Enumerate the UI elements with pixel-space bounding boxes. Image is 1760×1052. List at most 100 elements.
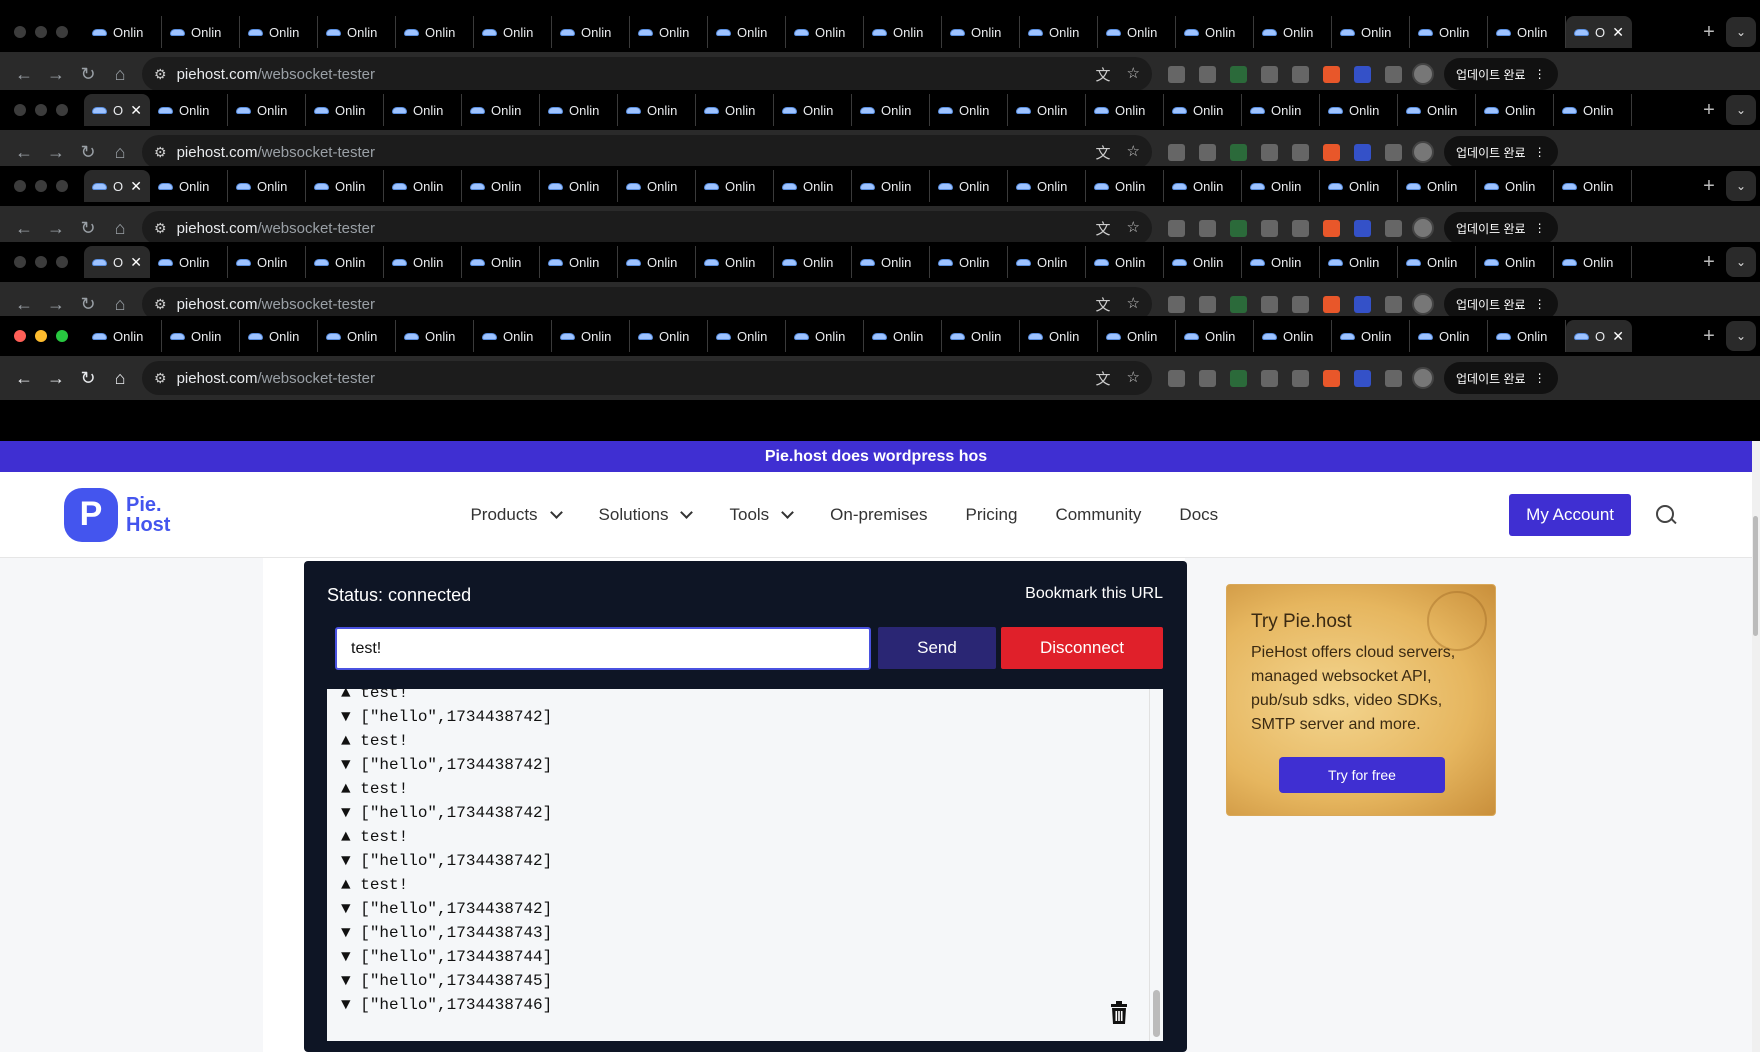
profile-avatar[interactable]: [1412, 293, 1434, 315]
home-icon[interactable]: ⌂: [104, 58, 136, 90]
bookmark-star-icon[interactable]: ☆: [1127, 142, 1140, 163]
browser-tab[interactable]: Onlin: [474, 320, 552, 352]
update-button[interactable]: 업데이트 완료 ⋮: [1444, 362, 1558, 394]
browser-tab[interactable]: Onlin: [1254, 16, 1332, 48]
browser-tab[interactable]: Onlin: [1398, 94, 1476, 126]
browser-tab[interactable]: Onlin: [540, 94, 618, 126]
browser-tab[interactable]: Onlin: [1008, 170, 1086, 202]
window-controls[interactable]: [14, 330, 84, 342]
extension-icon[interactable]: [1292, 295, 1309, 313]
browser-tab[interactable]: Onlin: [1086, 94, 1164, 126]
browser-tab[interactable]: Onlin: [228, 170, 306, 202]
browser-tab[interactable]: Onlin: [384, 246, 462, 278]
browser-tab[interactable]: Onlin: [708, 320, 786, 352]
window-yellow-button[interactable]: [35, 180, 47, 192]
browser-tab[interactable]: Onlin: [942, 320, 1020, 352]
browser-tab[interactable]: Onlin: [84, 320, 162, 352]
browser-tab[interactable]: Onlin: [618, 170, 696, 202]
extension-icon[interactable]: [1230, 295, 1247, 313]
browser-tab[interactable]: Onlin: [540, 170, 618, 202]
trash-icon[interactable]: [1109, 1001, 1129, 1025]
browser-tab[interactable]: Onlin: [852, 246, 930, 278]
extension-icon[interactable]: [1168, 369, 1185, 387]
browser-tab[interactable]: Onlin: [1410, 16, 1488, 48]
browser-tab[interactable]: Onlin: [1020, 320, 1098, 352]
extension-icon[interactable]: [1261, 295, 1278, 313]
browser-tab[interactable]: Onlin: [396, 16, 474, 48]
browser-tab[interactable]: Onlin: [162, 320, 240, 352]
window-green-button[interactable]: [56, 26, 68, 38]
browser-tab[interactable]: Onlin: [1398, 170, 1476, 202]
profile-avatar[interactable]: [1412, 141, 1434, 163]
browser-tab[interactable]: Onlin: [1332, 16, 1410, 48]
browser-tab[interactable]: Onlin: [774, 94, 852, 126]
extension-icon[interactable]: [1168, 295, 1185, 313]
browser-tab[interactable]: Onlin: [630, 16, 708, 48]
browser-tab[interactable]: Onlin: [1320, 94, 1398, 126]
address-bar[interactable]: ⚙ piehost.com/websocket-tester 文 ☆: [142, 135, 1152, 169]
extension-icon[interactable]: [1168, 65, 1185, 83]
nav-item-docs[interactable]: Docs: [1179, 505, 1218, 525]
browser-tab[interactable]: Onlin: [1488, 320, 1566, 352]
browser-tab[interactable]: Onlin: [930, 170, 1008, 202]
browser-tab[interactable]: Onlin: [630, 320, 708, 352]
reload-icon[interactable]: ↻: [72, 212, 104, 244]
window-red-button[interactable]: [14, 104, 26, 116]
browser-tab[interactable]: Onlin: [1176, 16, 1254, 48]
close-tab-icon[interactable]: ✕: [1612, 24, 1624, 41]
window-yellow-button[interactable]: [35, 104, 47, 116]
browser-tab[interactable]: Onlin: [618, 246, 696, 278]
extension-icon[interactable]: [1199, 143, 1216, 161]
site-settings-icon[interactable]: ⚙: [154, 144, 167, 161]
browser-tab[interactable]: Onlin: [1086, 170, 1164, 202]
translate-icon[interactable]: 文: [1096, 142, 1111, 163]
extension-icon[interactable]: [1230, 143, 1247, 161]
browser-tab[interactable]: Onlin: [1098, 16, 1176, 48]
browser-tab[interactable]: Onlin: [864, 320, 942, 352]
extension-icon[interactable]: [1354, 369, 1371, 387]
browser-tab[interactable]: Onlin: [318, 320, 396, 352]
more-menu-icon[interactable]: ⋮: [1534, 221, 1546, 235]
browser-tab[interactable]: Onlin: [1164, 94, 1242, 126]
nav-item-pricing[interactable]: Pricing: [965, 505, 1017, 525]
browser-tab[interactable]: Onlin: [162, 16, 240, 48]
close-tab-icon[interactable]: ✕: [130, 178, 142, 195]
address-bar[interactable]: ⚙ piehost.com/websocket-tester 文 ☆: [142, 361, 1152, 395]
browser-tab[interactable]: Onlin: [786, 320, 864, 352]
site-settings-icon[interactable]: ⚙: [154, 296, 167, 313]
browser-tab[interactable]: Onlin: [384, 170, 462, 202]
update-button[interactable]: 업데이트 완료 ⋮: [1444, 136, 1558, 168]
browser-tab[interactable]: Onlin: [786, 16, 864, 48]
browser-tab[interactable]: Onlin: [1020, 16, 1098, 48]
site-settings-icon[interactable]: ⚙: [154, 66, 167, 83]
browser-tab[interactable]: Onlin: [1008, 246, 1086, 278]
update-button[interactable]: 업데이트 완료 ⋮: [1444, 58, 1558, 90]
extension-icon[interactable]: [1323, 65, 1340, 83]
translate-icon[interactable]: 文: [1096, 218, 1111, 239]
extension-icon[interactable]: [1385, 143, 1402, 161]
browser-tab[interactable]: Onlin: [540, 246, 618, 278]
browser-tab[interactable]: Onlin: [462, 170, 540, 202]
back-icon[interactable]: ←: [8, 58, 40, 90]
browser-tab[interactable]: Onlin: [150, 94, 228, 126]
translate-icon[interactable]: 文: [1096, 64, 1111, 85]
more-menu-icon[interactable]: ⋮: [1534, 297, 1546, 311]
bookmark-link[interactable]: Bookmark this URL: [1025, 585, 1163, 603]
extension-icon[interactable]: [1261, 219, 1278, 237]
new-tab-button[interactable]: +: [1692, 21, 1726, 44]
extension-icon[interactable]: [1354, 295, 1371, 313]
window-yellow-button[interactable]: [35, 256, 47, 268]
page-scrollbar[interactable]: [1752, 441, 1760, 1052]
browser-tab[interactable]: Onlin: [1242, 170, 1320, 202]
browser-tab[interactable]: Onlin: [306, 170, 384, 202]
browser-tab[interactable]: Onlin: [1098, 320, 1176, 352]
browser-tab[interactable]: Onlin: [474, 16, 552, 48]
extension-icon[interactable]: [1199, 65, 1216, 83]
reload-icon[interactable]: ↻: [72, 136, 104, 168]
browser-tab[interactable]: Onlin: [150, 246, 228, 278]
bookmark-star-icon[interactable]: ☆: [1127, 368, 1140, 389]
more-menu-icon[interactable]: ⋮: [1534, 67, 1546, 81]
extension-icon[interactable]: [1385, 219, 1402, 237]
browser-tab[interactable]: Onlin: [1476, 94, 1554, 126]
tab-search-chevron-icon[interactable]: ⌄: [1726, 95, 1756, 125]
